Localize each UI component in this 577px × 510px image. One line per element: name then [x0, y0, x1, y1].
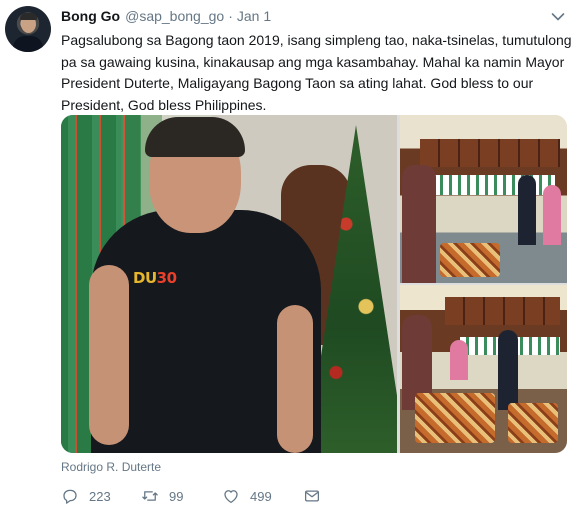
shirt-logo-part: DU [133, 269, 157, 287]
retweet-icon [142, 491, 158, 501]
tweet-text-line: President, God bless Philippines. [61, 96, 267, 113]
tweet-date[interactable]: Jan 1 [237, 8, 271, 24]
photo-person-arm [277, 305, 313, 453]
like-count: 499 [250, 488, 272, 504]
avatar-hair [20, 13, 37, 20]
photo-food [508, 403, 558, 443]
heart-icon [224, 490, 238, 504]
media-credit[interactable]: Rodrigo R. Duterte [61, 460, 161, 474]
photo-person-arm [89, 265, 129, 445]
tweet-header: Bong Go @sap_bong_go · Jan 1 [61, 8, 271, 26]
photo-main[interactable]: DU30 [61, 115, 397, 453]
reply-icon [63, 489, 77, 504]
photo-person [498, 330, 518, 410]
like-button[interactable]: 499 [222, 485, 272, 507]
photo-person [543, 185, 561, 245]
reply-count: 223 [89, 488, 111, 504]
chevron-down-icon[interactable] [551, 12, 565, 22]
photo-cabinets [420, 139, 560, 167]
author-name[interactable]: Bong Go [61, 8, 120, 24]
reply-button[interactable]: 223 [61, 485, 111, 507]
retweet-button[interactable]: 99 [141, 485, 183, 507]
media-grid: DU30 [61, 115, 567, 453]
tweet-card[interactable]: Bong Go @sap_bong_go · Jan 1 Pagsalubong… [0, 0, 577, 510]
retweet-count: 99 [169, 488, 184, 504]
photo-food [440, 243, 500, 277]
photo-kitchen-bottom[interactable] [400, 285, 567, 453]
photo-cabinets [445, 297, 560, 325]
avatar-suit [13, 36, 43, 52]
header-separator: · [228, 8, 233, 24]
photo-person [518, 175, 536, 245]
tweet-text-line: Pagsalubong sa Bagong taon 2019, isang s… [61, 32, 572, 48]
photo-food [415, 393, 495, 443]
tweet-text-line: pa sa gawaing kusina, kinakausap ang mga… [61, 53, 565, 70]
photo-person [402, 165, 436, 283]
shirt-logo-part: 30 [156, 269, 177, 287]
shirt-logo: DU30 [133, 269, 177, 287]
direct-message-button[interactable] [303, 485, 331, 507]
tweet-actions: 223 99 499 [61, 485, 381, 507]
tweet-text: Pagsalubong sa Bagong taon 2019, isang s… [61, 30, 572, 116]
avatar[interactable] [5, 6, 51, 52]
photo-kitchen-top[interactable] [400, 115, 567, 283]
author-handle[interactable]: @sap_bong_go [125, 8, 224, 24]
photo-person-hair [145, 117, 245, 157]
photo-person [450, 340, 468, 380]
envelope-icon [304, 490, 320, 502]
tweet-text-line: President Duterte, Maligayang Bagong Tao… [61, 75, 534, 91]
